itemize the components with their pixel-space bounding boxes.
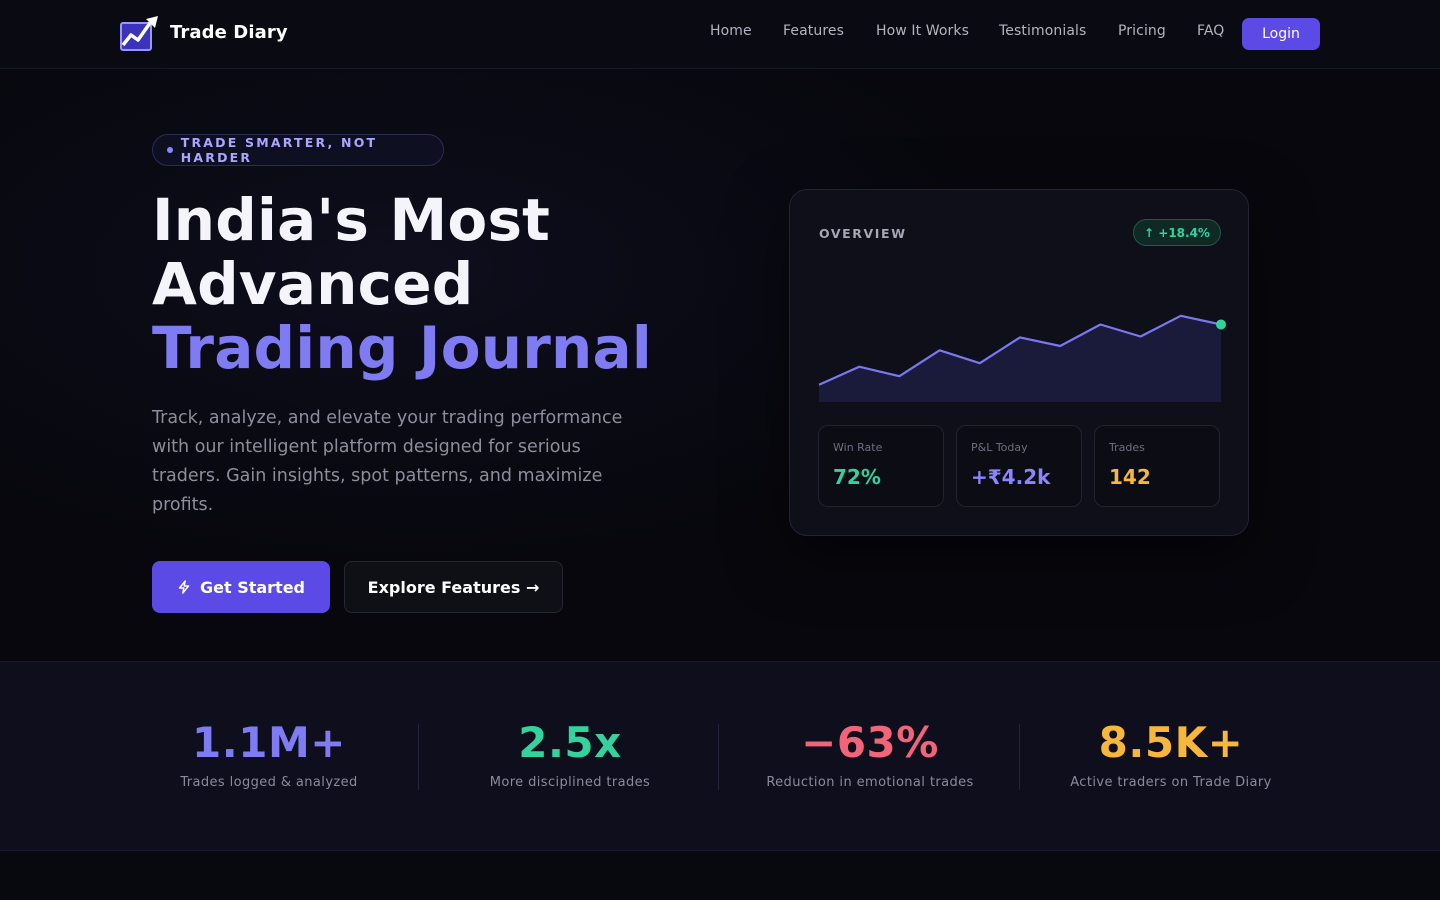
stat-label: P&L Today xyxy=(971,441,1028,454)
top-navbar: Trade Diary Home Features How It Works T… xyxy=(0,0,1440,69)
metrics-strip: 1.1M+ Trades logged & analyzed 2.5x More… xyxy=(0,661,1440,851)
nav-link-features[interactable]: Features xyxy=(783,23,844,39)
metric-disciplined: 2.5x More disciplined trades xyxy=(420,717,720,790)
hero-title-line-1: India's Most xyxy=(152,186,551,254)
growth-badge: ↑ +18.4% xyxy=(1133,219,1221,246)
chart-area-fill xyxy=(819,315,1221,402)
dot-icon xyxy=(167,147,173,153)
nav-link-testimonials[interactable]: Testimonials xyxy=(999,23,1086,39)
nav-link-how-it-works[interactable]: How It Works xyxy=(876,23,969,39)
nav-link-home[interactable]: Home xyxy=(710,23,752,39)
metric-value: 8.5K+ xyxy=(1098,718,1244,767)
metric-value: −63% xyxy=(801,718,939,767)
metric-emotional: −63% Reduction in emotional trades xyxy=(720,717,1020,790)
next-section xyxy=(0,851,1440,900)
chart-last-point xyxy=(1216,319,1226,330)
metric-value: 1.1M+ xyxy=(192,718,346,767)
growth-badge-text: ↑ +18.4% xyxy=(1144,225,1210,240)
metric-divider xyxy=(418,724,419,790)
stat-trades: Trades 142 xyxy=(1094,425,1220,507)
stat-win-rate: Win Rate 72% xyxy=(818,425,944,507)
metric-divider xyxy=(718,724,719,790)
metric-value: 2.5x xyxy=(518,718,622,767)
hero-title-accent: Trading Journal xyxy=(152,314,652,382)
stat-label: Win Rate xyxy=(833,441,883,454)
explore-features-label: Explore Features → xyxy=(367,577,540,597)
stat-value: 72% xyxy=(833,465,881,489)
explore-features-button[interactable]: Explore Features → xyxy=(344,561,563,613)
nav-link-faq[interactable]: FAQ xyxy=(1197,23,1224,39)
stat-value: +₹4.2k xyxy=(971,465,1051,489)
metric-label: Active traders on Trade Diary xyxy=(1070,775,1272,790)
get-started-label: Get Started xyxy=(199,577,305,597)
login-button[interactable]: Login xyxy=(1242,18,1320,50)
bolt-icon xyxy=(178,580,190,594)
hero-title-line-2: Advanced xyxy=(152,250,474,318)
metric-label: Trades logged & analyzed xyxy=(180,775,358,790)
hero-tag: TRADE SMARTER, NOT HARDER xyxy=(152,134,444,166)
nav-links: Home Features How It Works Testimonials … xyxy=(0,23,1440,45)
stat-label: Trades xyxy=(1109,441,1145,454)
hero-title: India's Most Advanced Trading Journal xyxy=(152,188,752,380)
overview-card: OVERVIEW ↑ +18.4% Win Rate 72% P&L Today… xyxy=(789,189,1249,536)
stat-pnl-today: P&L Today +₹4.2k xyxy=(956,425,1082,507)
metric-label: Reduction in emotional trades xyxy=(766,775,974,790)
overview-chart xyxy=(818,314,1226,402)
get-started-button[interactable]: Get Started xyxy=(152,561,330,613)
overview-title: OVERVIEW xyxy=(819,226,907,241)
hero-tag-text: TRADE SMARTER, NOT HARDER xyxy=(180,135,378,165)
stat-value: 142 xyxy=(1109,465,1151,489)
hero-description: Track, analyze, and elevate your trading… xyxy=(152,408,623,515)
metric-label: More disciplined trades xyxy=(489,775,651,790)
metric-divider xyxy=(1019,724,1020,790)
nav-link-pricing[interactable]: Pricing xyxy=(1118,23,1166,39)
metric-active-traders: 8.5K+ Active traders on Trade Diary xyxy=(1021,717,1321,790)
metric-trades-logged: 1.1M+ Trades logged & analyzed xyxy=(119,717,419,790)
